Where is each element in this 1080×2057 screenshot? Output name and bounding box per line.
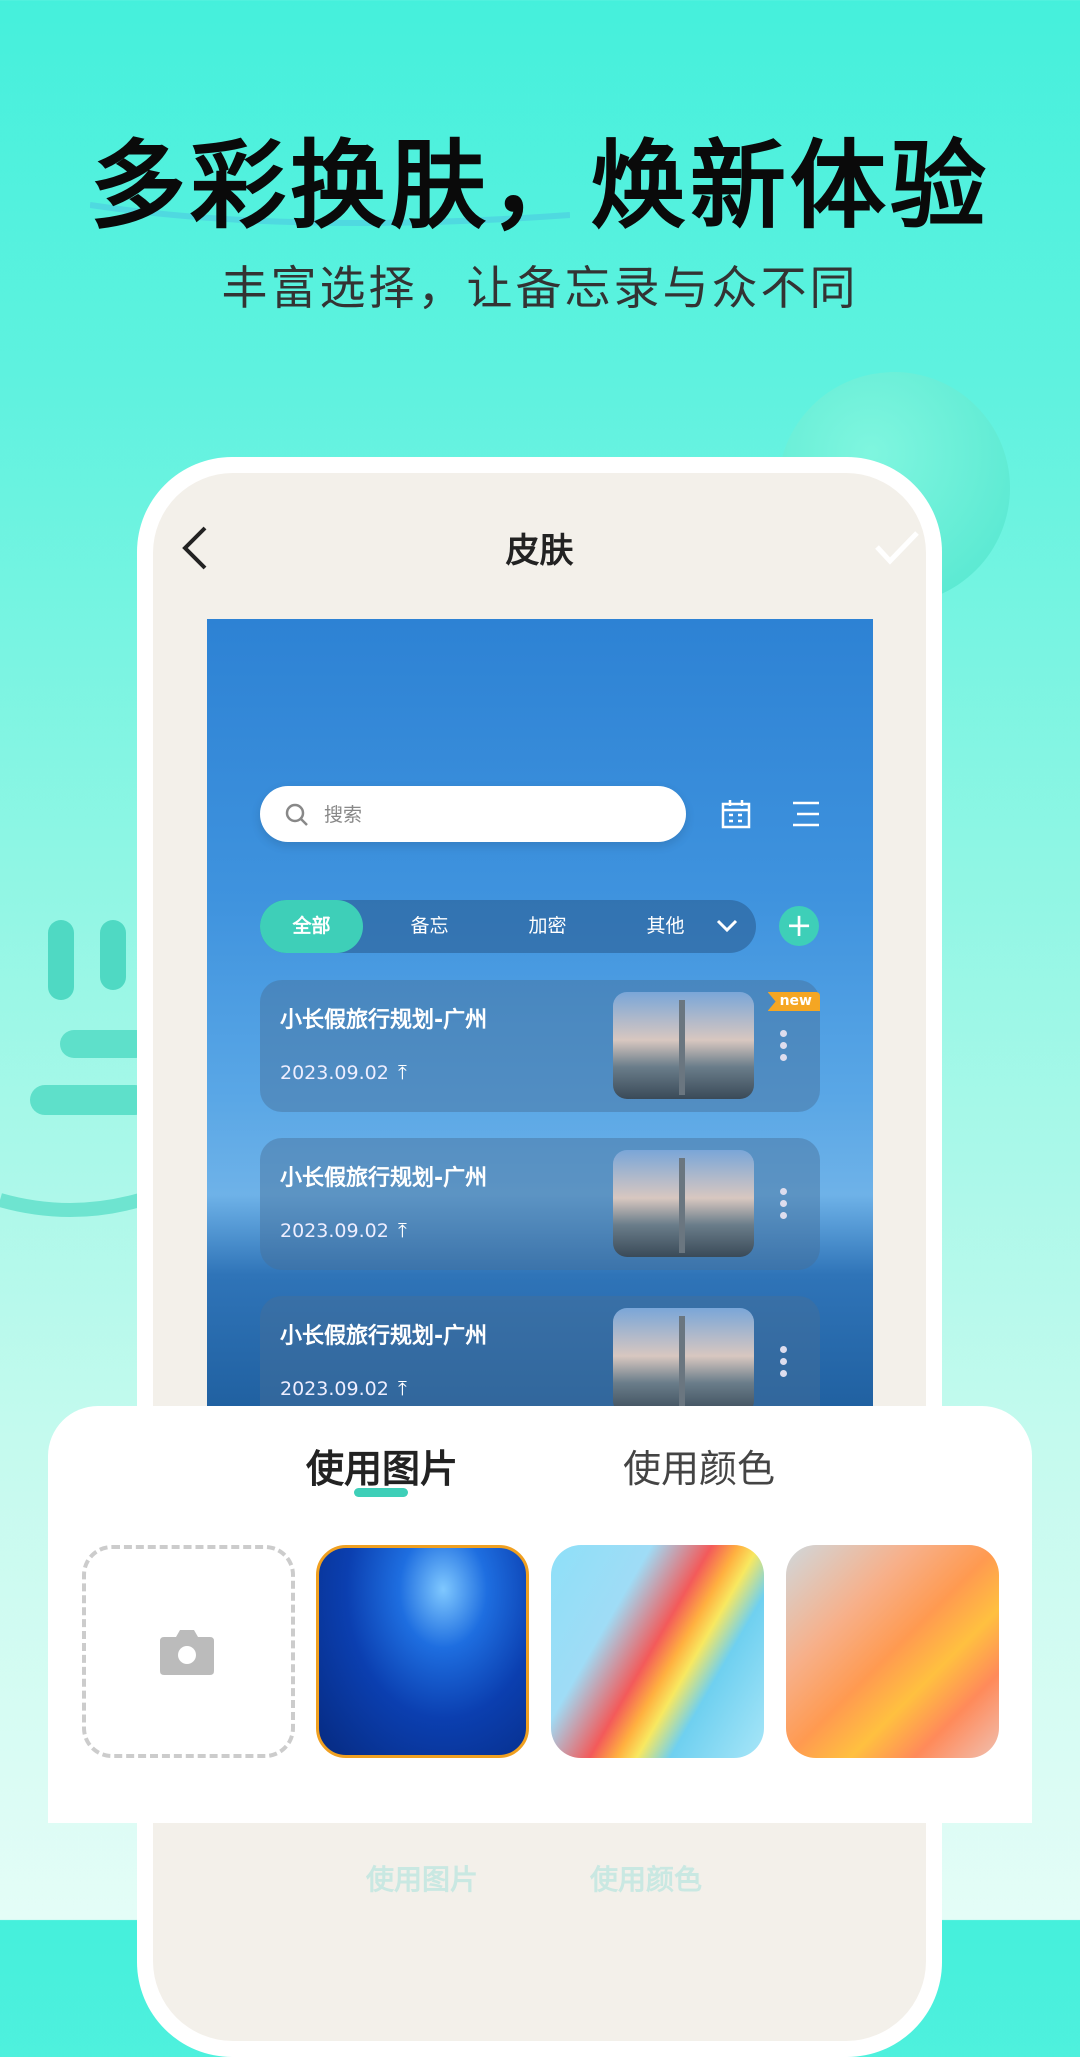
skin-picker-sheet: 使用图片 使用颜色 — [48, 1406, 1032, 1823]
category-tabs: 全部 备忘 加密 其他 — [260, 900, 756, 953]
skin-option-colorful[interactable] — [551, 1545, 764, 1758]
skin-option-orange[interactable] — [786, 1545, 999, 1758]
skin-option-blue[interactable] — [316, 1545, 529, 1758]
note-card[interactable]: 小长假旅行规划-广州 2023.09.02 ⤒ — [260, 1296, 820, 1419]
faded-tab-image: 使用图片 — [366, 1863, 479, 1896]
tab-use-color[interactable]: 使用颜色 — [623, 1438, 775, 1493]
note-title: 小长假旅行规划-广州 — [280, 1008, 488, 1033]
new-badge: new — [767, 992, 820, 1011]
note-thumbnail — [613, 1308, 754, 1415]
note-date: 2023.09.02 — [280, 1062, 389, 1084]
note-thumbnail — [613, 1150, 754, 1257]
upload-photo-button[interactable] — [82, 1545, 295, 1758]
search-input[interactable]: 搜索 — [260, 786, 686, 842]
tab-all[interactable]: 全部 — [260, 900, 363, 953]
tab-use-image[interactable]: 使用图片 — [306, 1438, 458, 1493]
note-card[interactable]: 小长假旅行规划-广州 2023.09.02 ⤒ new — [260, 980, 820, 1112]
search-icon — [285, 803, 308, 826]
search-placeholder: 搜索 — [324, 804, 363, 826]
note-title: 小长假旅行规划-广州 — [280, 1166, 488, 1191]
pin-icon[interactable]: ⤒ — [398, 1218, 407, 1242]
more-icon[interactable] — [780, 1346, 788, 1382]
check-icon[interactable] — [875, 531, 919, 565]
chevron-down-icon[interactable] — [716, 918, 738, 934]
more-icon[interactable] — [780, 1188, 788, 1224]
more-icon[interactable] — [780, 1030, 788, 1066]
tab-encrypted[interactable]: 加密 — [496, 900, 599, 953]
note-card[interactable]: 小长假旅行规划-广州 2023.09.02 ⤒ — [260, 1138, 820, 1270]
tab-other[interactable]: 其他 — [614, 900, 717, 953]
note-thumbnail — [613, 992, 754, 1099]
promo-subtitle: 丰富选择，让备忘录与众不同 — [221, 261, 859, 315]
note-date: 2023.09.02 — [280, 1220, 389, 1242]
promo-headline: 多彩换肤，焕新体验 — [90, 130, 990, 242]
tab-indicator — [354, 1488, 408, 1497]
faded-tab-color: 使用颜色 — [590, 1863, 703, 1896]
pin-icon[interactable]: ⤒ — [398, 1060, 407, 1084]
decorative-shapes — [0, 920, 140, 1217]
note-title: 小长假旅行规划-广州 — [280, 1324, 488, 1349]
add-category-button[interactable]: + — [779, 906, 819, 946]
camera-icon — [160, 1630, 214, 1675]
note-date: 2023.09.02 — [280, 1378, 389, 1400]
menu-icon[interactable] — [791, 801, 821, 827]
skin-preview: 搜索 全部 备忘 加密 其他 + 小长假旅行规划-广州 2023.09.02 ⤒… — [207, 619, 873, 1419]
calendar-icon[interactable] — [721, 799, 751, 829]
tab-memo[interactable]: 备忘 — [378, 900, 481, 953]
page-title: 皮肤 — [505, 531, 574, 571]
pin-icon[interactable]: ⤒ — [398, 1376, 407, 1400]
